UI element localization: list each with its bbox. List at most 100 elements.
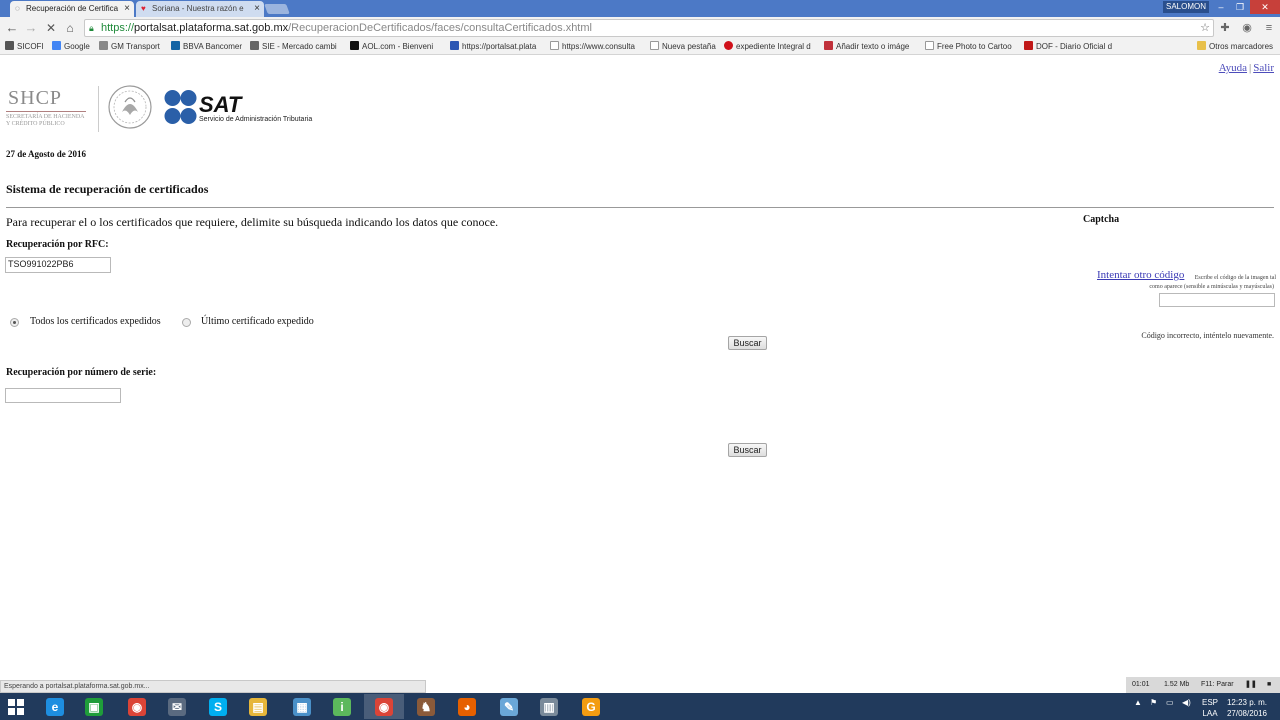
back-button[interactable]: ← (4, 20, 20, 36)
taskbar-chrome-active-button[interactable]: ◉ (364, 694, 404, 719)
gm-icon (99, 41, 108, 50)
page-icon (650, 41, 659, 50)
radio-all-certificates[interactable] (10, 318, 19, 327)
rfc-search-button[interactable]: Buscar (728, 336, 767, 350)
page-icon (550, 41, 559, 50)
bookmark-star-icon[interactable]: ☆ (1198, 21, 1212, 35)
home-button[interactable]: ⌂ (62, 20, 78, 36)
taskbar-firefox-button[interactable]: ◕ (447, 694, 487, 719)
bbva-icon (171, 41, 180, 50)
tab-close-icon[interactable]: × (254, 1, 260, 16)
taskbar-recorder-app-button[interactable]: G (571, 694, 611, 719)
store-icon: ▣ (85, 698, 103, 716)
taskbar-remote-desktop-button[interactable]: ▦ (282, 694, 322, 719)
logo-divider (98, 86, 99, 132)
taskbar-settings-app-button[interactable]: ▥ (529, 694, 569, 719)
volume-icon[interactable]: ◀) (1182, 698, 1191, 707)
recorder-time: 01:01 (1132, 681, 1150, 688)
close-window-button[interactable]: ✕ (1250, 0, 1280, 14)
taskbar-file-explorer-button[interactable]: ▤ (238, 694, 278, 719)
folder-icon (1197, 41, 1206, 50)
mexico-seal-icon (108, 85, 152, 129)
recorder-app-icon: G (582, 698, 600, 716)
bookmark-anadir-texto[interactable]: Añadir texto o imáge (824, 40, 916, 54)
bookmark-dof[interactable]: DOF - Diario Oficial d (1024, 40, 1118, 54)
forward-button[interactable]: → (23, 20, 39, 36)
bookmark-consulta[interactable]: https://www.consulta (550, 40, 642, 54)
serial-label: Recuperación por número de serie: (6, 367, 157, 378)
windows-start-icon[interactable] (8, 699, 24, 715)
captcha-title: Captcha (1083, 214, 1120, 225)
other-bookmarks[interactable]: Otros marcadores (1197, 40, 1273, 54)
sat-word: SAT (199, 92, 242, 117)
file-explorer-icon: ▤ (249, 698, 267, 716)
language-layout: LAA (1202, 709, 1218, 718)
bookmark-gm-transport[interactable]: GM Transport (99, 40, 160, 54)
extension-icon[interactable]: ✚ (1218, 21, 1232, 35)
taskbar-skype-button[interactable]: S (198, 694, 238, 719)
bookmark-nueva-pestana[interactable]: Nueva pestaña (650, 40, 716, 54)
aol-icon (350, 41, 359, 50)
bookmark-expediente[interactable]: expediente Integral d (724, 40, 816, 54)
rfc-input[interactable]: TSO991022PB6 (5, 257, 111, 273)
taskbar-info-app-button[interactable]: i (322, 694, 362, 719)
bookmark-sie[interactable]: SIE - Mercado cambi (250, 40, 342, 54)
page-content: Ayuda | Salir SHCP SECRETARÍA DE HACIENDA … (0, 56, 1280, 678)
bookmark-google[interactable]: Google (52, 40, 90, 54)
apps-icon (5, 41, 14, 50)
taskbar-game-app-button[interactable]: ♞ (406, 694, 446, 719)
serial-input[interactable] (5, 388, 121, 403)
taskbar-clock[interactable]: 12:23 p. m. 27/08/2016 (1223, 698, 1271, 718)
flag-icon[interactable]: ⚑ (1150, 698, 1157, 707)
captcha-input[interactable] (1159, 293, 1275, 307)
network-icon[interactable]: ▭ (1166, 698, 1174, 707)
bookmark-free-photo[interactable]: Free Photo to Cartoo (925, 40, 1017, 54)
tab-recuperacion[interactable]: ◌ Recuperación de Certifica × (10, 1, 134, 17)
tab-soriana[interactable]: ♥ Soriana - Nuestra razón e × (136, 1, 264, 17)
taskbar-chrome-button[interactable]: ◉ (117, 694, 157, 719)
minimize-button[interactable]: – (1211, 0, 1231, 14)
show-hidden-icons[interactable]: ▲ (1134, 698, 1142, 707)
exit-link[interactable]: Salir (1253, 62, 1274, 74)
menu-icon[interactable]: ≡ (1262, 21, 1276, 35)
browser-toolbar: ← → ✕ ⌂ 🔒︎ https://portalsat.plataforma.s… (0, 17, 1280, 39)
taskbar-mail-app-button[interactable]: ✉ (157, 694, 197, 719)
url-scheme: https:// (101, 22, 135, 34)
new-tab-button[interactable] (264, 4, 290, 14)
taskbar-internet-explorer-button[interactable]: e (35, 694, 75, 719)
tab-close-icon[interactable]: × (124, 1, 130, 16)
bookmark-portalsat[interactable]: https://portalsat.plata (450, 40, 542, 54)
address-bar[interactable]: 🔒︎ https://portalsat.plataforma.sat.gob.m… (84, 19, 1214, 37)
page-icon (925, 41, 934, 50)
firefox-icon: ◕ (458, 698, 476, 716)
taskbar-store-button[interactable]: ▣ (74, 694, 114, 719)
skype-icon: S (209, 698, 227, 716)
browser-titlebar: ◌ Recuperación de Certifica × ♥ Soriana … (0, 0, 1280, 17)
rfc-label: Recuperación por RFC: (6, 239, 109, 250)
soriana-favicon-icon: ♥ (141, 4, 146, 13)
mail-app-icon: ✉ (168, 698, 186, 716)
stop-icon[interactable]: ■ (1267, 677, 1271, 693)
serial-search-button[interactable]: Buscar (728, 443, 767, 457)
language-indicator[interactable]: ESP LAA (1199, 698, 1221, 718)
current-date: 27 de Agosto de 2016 (6, 149, 87, 159)
language-code: ESP (1201, 698, 1218, 707)
help-link[interactable]: Ayuda (1219, 62, 1247, 74)
taskbar-notes-app-button[interactable]: ✎ (489, 694, 529, 719)
shcp-abbr: SHCP (8, 87, 63, 109)
profile-button[interactable]: SALOMON (1163, 1, 1209, 13)
bookmark-sicofi[interactable]: SICOFI (5, 40, 44, 54)
recorder-stop-hint[interactable]: F11: Parar (1201, 677, 1234, 693)
stop-button[interactable]: ✕ (43, 20, 59, 36)
bookmark-aol[interactable]: AOL.com - Bienveni (350, 40, 442, 54)
captcha-hint-2: como aparece (sensible a minúsculas y ma… (1149, 284, 1274, 290)
extension-2-icon[interactable]: ◉ (1240, 21, 1254, 35)
bookmark-bbva[interactable]: BBVA Bancomer (171, 40, 242, 54)
radio-last-certificate[interactable] (182, 318, 191, 327)
restore-button[interactable]: ❐ (1230, 0, 1250, 14)
captcha-retry-link[interactable]: Intentar otro código (1097, 269, 1184, 281)
remote-desktop-icon: ▦ (293, 698, 311, 716)
expediente-icon (724, 41, 733, 50)
sie-icon (250, 41, 259, 50)
pause-icon[interactable]: ❚❚ (1245, 677, 1257, 693)
